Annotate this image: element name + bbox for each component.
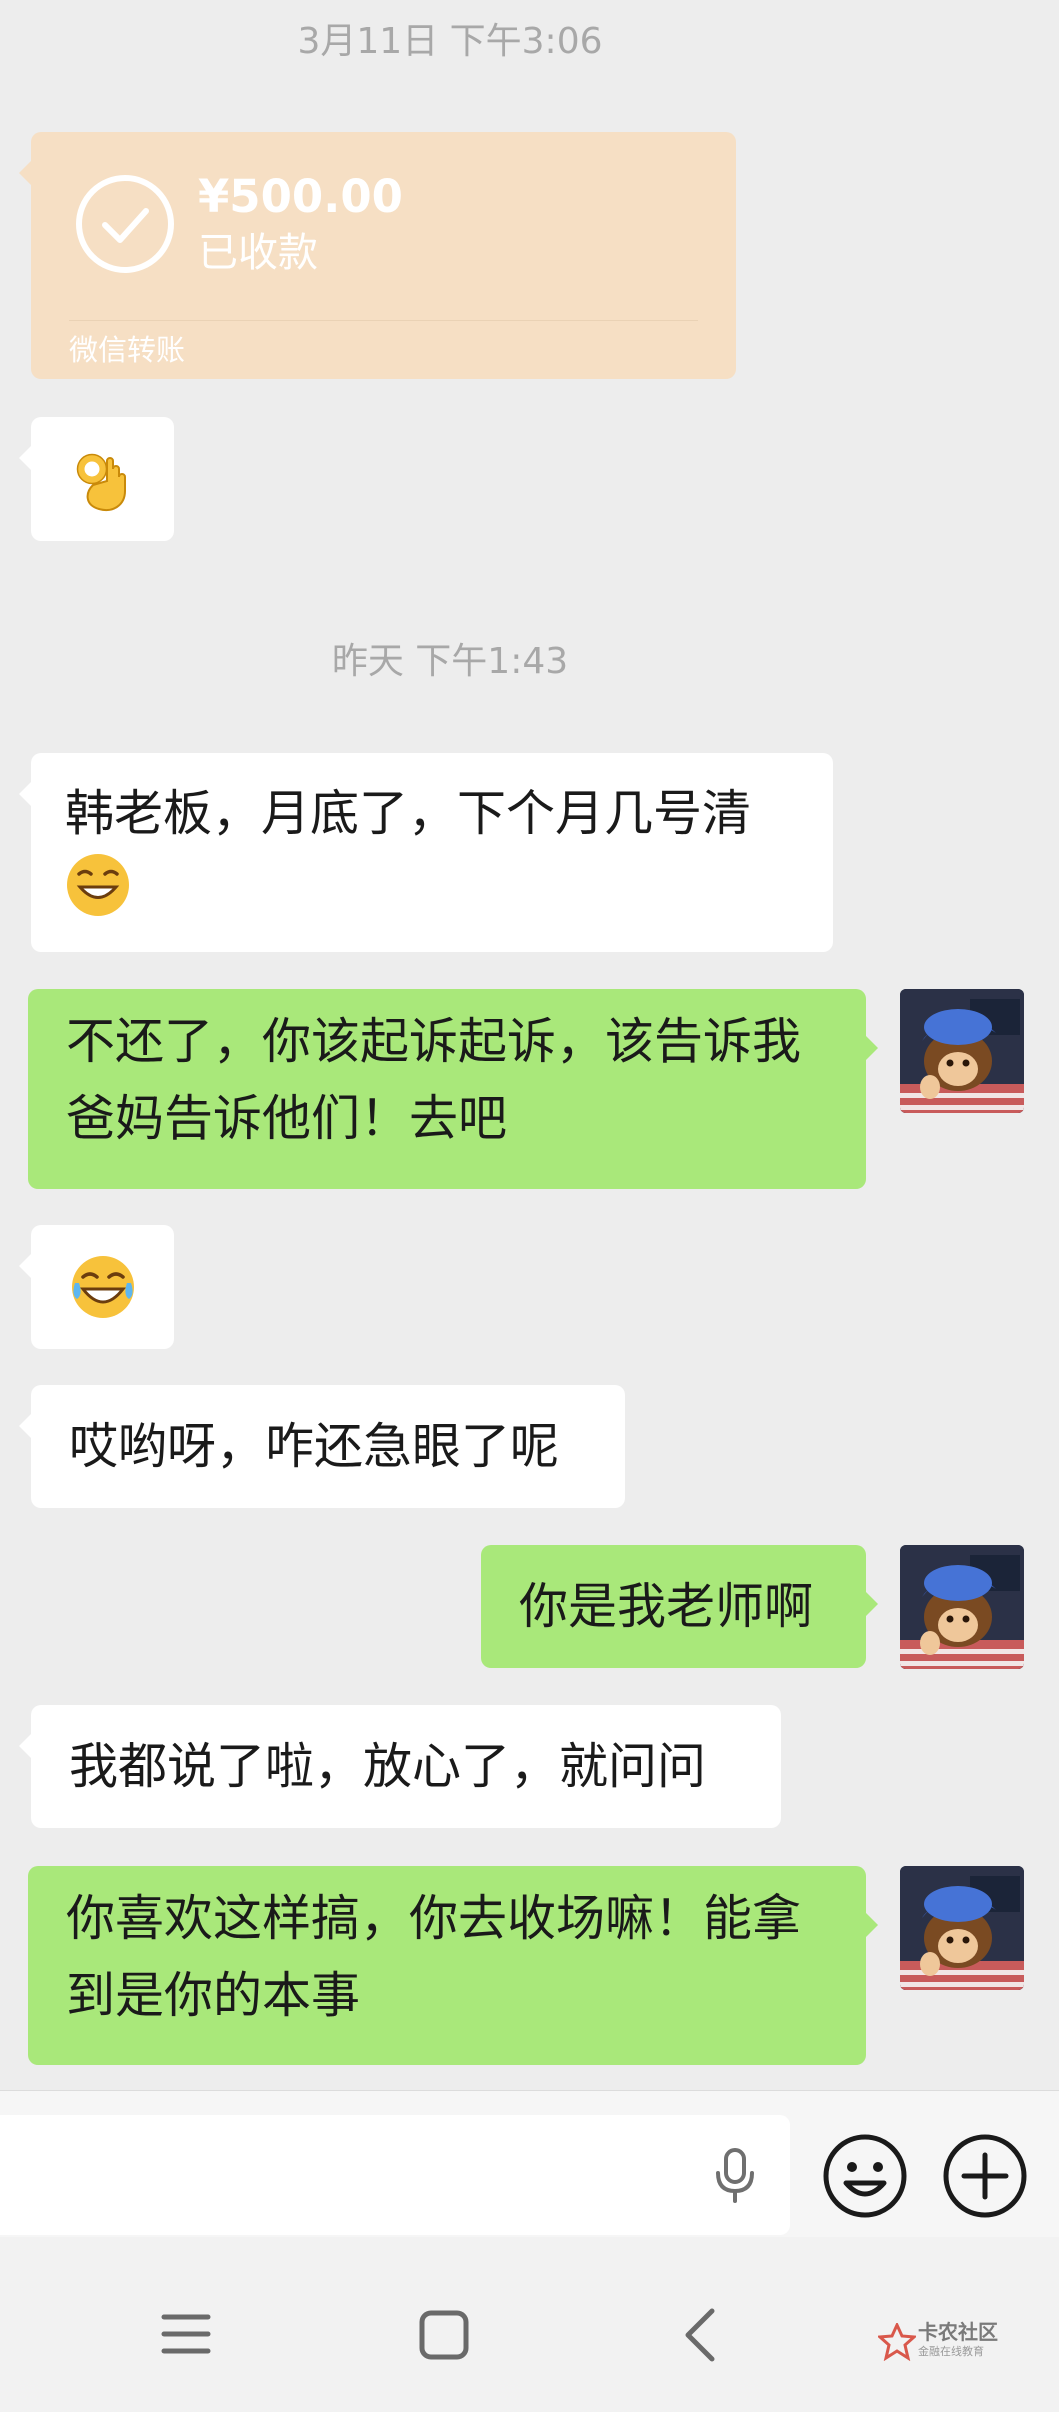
ok-hand-icon [75,447,135,513]
avatar[interactable] [900,989,1024,1113]
emoji-button-icon[interactable] [822,2133,908,2219]
microphone-icon[interactable] [710,2147,760,2203]
message-text: 韩老板，月底了，下个月几号清 [65,785,752,842]
back-icon[interactable] [680,2307,720,2363]
avatar[interactable] [900,1545,1024,1669]
chat-message-sent[interactable]: 不还了，你该起诉起诉，该告诉我 爸妈告诉他们！去吧 [28,989,878,1189]
message-text: 你是我老师啊 [519,1578,814,1635]
menu-icon[interactable] [160,2311,212,2357]
check-circle-icon [75,174,175,274]
transfer-amount: ¥500.00 [198,170,403,223]
message-text: 到是你的本事 [66,1967,361,2024]
message-text: 我都说了啦，放心了，就问问 [69,1738,707,1795]
grinning-squinting-face-icon [65,852,131,940]
chat-message-received[interactable]: 哎哟呀，咋还急眼了呢 [19,1385,625,1508]
avatar[interactable] [900,1866,1024,1990]
emoji-message[interactable] [19,417,174,541]
timestamp: 3月11日 下午3:06 [297,21,603,62]
timestamp: 昨天 下午1:43 [331,641,569,682]
message-text: 哎哟呀，咋还急眼了呢 [69,1418,560,1475]
plus-button-icon[interactable] [942,2133,1028,2219]
transfer-card[interactable]: ¥500.00 已收款 微信转账 [19,132,736,379]
message-input[interactable] [0,2115,790,2235]
message-text: 不还了，你该起诉起诉，该告诉我 [66,1013,802,1070]
watermark: 卡农社区 金融在线教育 [878,2321,1028,2365]
home-icon[interactable] [418,2309,470,2361]
emoji-message[interactable] [19,1225,174,1349]
watermark-subtitle: 金融在线教育 [918,2345,984,2358]
tears-of-joy-icon [69,1253,137,1321]
message-text: 爸妈告诉他们！去吧 [66,1090,508,1147]
chat-message-sent[interactable]: 你喜欢这样搞，你去收场嘛！能拿 到是你的本事 [28,1866,878,2065]
message-text: 你喜欢这样搞，你去收场嘛！能拿 [66,1890,802,1947]
system-nav-bar: 卡农社区 金融在线教育 [0,2237,1059,2412]
chat-message-received[interactable]: 韩老板，月底了，下个月几号清 [19,753,833,952]
chat-message-sent[interactable]: 你是我老师啊 [481,1545,878,1668]
watermark-title: 卡农社区 [918,2320,998,2344]
transfer-source: 微信转账 [69,333,186,367]
chat-message-received[interactable]: 我都说了啦，放心了，就问问 [19,1705,781,1828]
transfer-status: 已收款 [198,230,318,276]
watermark-logo-icon [878,2323,916,2361]
input-bar [0,2090,1059,2238]
divider [69,320,698,321]
